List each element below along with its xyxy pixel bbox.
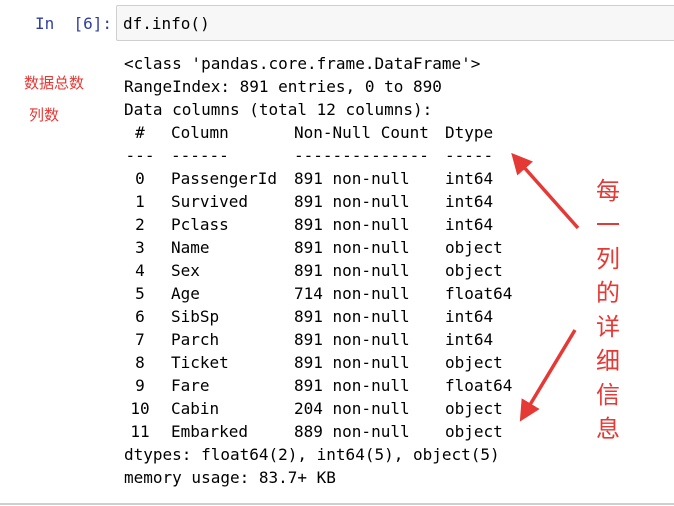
annotation-per-column: 每一列的详细信息 — [596, 177, 620, 443]
arrow-down-icon — [519, 329, 577, 422]
bottom-divider — [0, 503, 674, 505]
annotation-arrows — [511, 152, 580, 422]
arrow-up-icon — [511, 152, 580, 230]
